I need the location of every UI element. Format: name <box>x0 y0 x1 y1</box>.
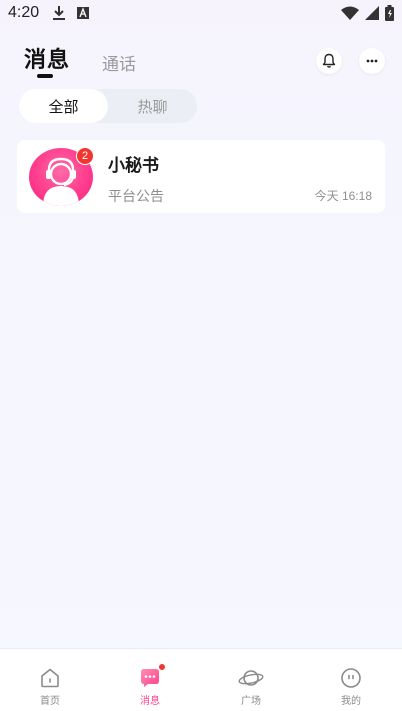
nav-square-label: 广场 <box>241 696 261 707</box>
nav-profile[interactable]: 我的 <box>301 649 401 711</box>
filter-hot-chat[interactable]: 热聊 <box>108 89 197 123</box>
message-filter: 全部 热聊 <box>19 89 197 123</box>
chat-icon <box>137 663 166 690</box>
nav-profile-label: 我的 <box>341 696 361 707</box>
a-box-icon <box>77 7 90 19</box>
conversation-name: 小秘书 <box>108 156 159 176</box>
nav-messages-dot <box>158 663 166 671</box>
wifi-icon <box>341 6 359 20</box>
active-tab-indicator <box>37 74 53 78</box>
nav-home-label: 首页 <box>40 696 60 707</box>
planet-icon <box>238 666 264 690</box>
bell-icon <box>322 53 336 69</box>
profile-icon <box>338 666 364 690</box>
more-icon <box>366 59 378 63</box>
tab-messages[interactable]: 消息 <box>24 42 70 74</box>
conversation-item[interactable]: 2 小秘书 平台公告 今天 16:18 <box>17 140 385 213</box>
header: 消息 通话 <box>0 42 402 82</box>
nav-square[interactable]: 广场 <box>201 649 301 711</box>
nav-messages-label: 消息 <box>140 696 160 707</box>
unread-badge: 2 <box>76 147 94 165</box>
nav-home[interactable]: 首页 <box>0 649 100 711</box>
nav-messages[interactable]: 消息 <box>100 649 200 711</box>
battery-icon <box>385 5 394 21</box>
home-icon <box>37 666 63 690</box>
tab-calls[interactable]: 通话 <box>102 50 136 75</box>
signal-icon <box>365 6 379 20</box>
bottom-nav: 首页 消息 广场 我的 <box>0 648 402 711</box>
conversation-time: 今天 16:18 <box>314 189 372 203</box>
more-button[interactable] <box>359 48 385 74</box>
filter-all[interactable]: 全部 <box>19 89 108 123</box>
conversation-preview: 平台公告 <box>108 189 164 205</box>
notifications-button[interactable] <box>316 48 342 74</box>
download-icon <box>53 6 66 20</box>
status-time: 4:20 <box>8 4 40 21</box>
status-bar: 4:20 <box>0 0 402 26</box>
